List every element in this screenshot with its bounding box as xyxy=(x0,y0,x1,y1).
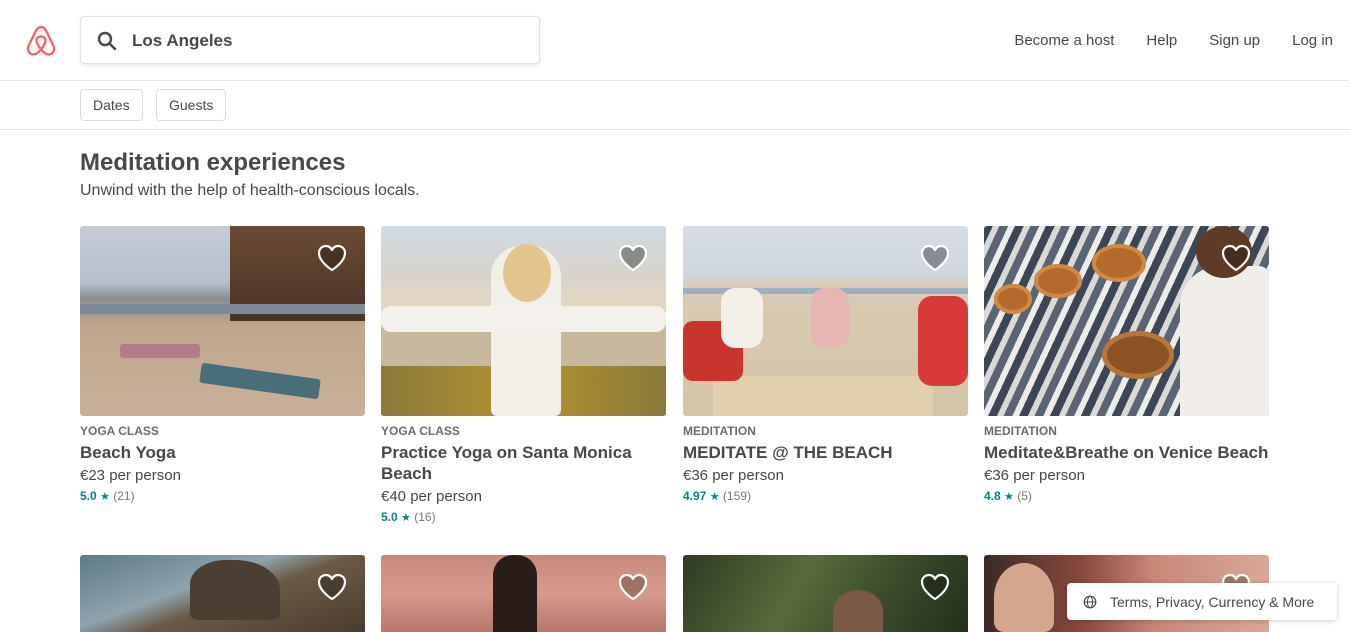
experience-category: MEDITATION xyxy=(984,424,1057,438)
experience-title[interactable]: Meditate&Breathe on Venice Beach xyxy=(984,442,1269,463)
help-link[interactable]: Help xyxy=(1146,32,1177,49)
dates-filter-button[interactable]: Dates xyxy=(80,89,143,121)
experience-info: MEDITATION Meditate&Breathe on Venice Be… xyxy=(984,424,1269,505)
terms-privacy-currency-button[interactable]: Terms, Privacy, Currency & More xyxy=(1067,583,1337,620)
experience-category: YOGA CLASS xyxy=(80,424,159,438)
experience-category: YOGA CLASS xyxy=(381,424,460,438)
guests-filter-button[interactable]: Guests xyxy=(156,89,227,121)
airbnb-logo-icon[interactable] xyxy=(25,24,57,58)
heart-icon[interactable] xyxy=(317,244,347,272)
footer-label: Terms, Privacy, Currency & More xyxy=(1110,593,1315,610)
experience-rating: 4.97 ★ (159) xyxy=(683,488,968,505)
heart-icon[interactable] xyxy=(920,244,950,272)
experience-info: MEDITATION MEDITATE @ THE BEACH €36 per … xyxy=(683,424,968,505)
experience-price: €36 per person xyxy=(683,467,784,484)
review-count: (5) xyxy=(1017,489,1032,503)
heart-icon[interactable] xyxy=(1221,244,1251,272)
experience-title[interactable]: Beach Yoga xyxy=(80,442,365,463)
review-count: (16) xyxy=(414,510,436,524)
search-input[interactable] xyxy=(132,27,522,55)
experience-rating: 5.0 ★ (21) xyxy=(80,488,365,505)
experience-title[interactable]: Practice Yoga on Santa Monica Beach xyxy=(381,442,666,484)
experience-price: €40 per person xyxy=(381,488,482,505)
sign-up-link[interactable]: Sign up xyxy=(1209,32,1260,49)
log-in-link[interactable]: Log in xyxy=(1292,32,1333,49)
review-count: (21) xyxy=(113,489,135,503)
filter-bar: Dates Guests xyxy=(0,81,1349,130)
experience-info: YOGA CLASS Beach Yoga €23 per person 5.0… xyxy=(80,424,365,505)
rating-score: 4.8 xyxy=(984,489,1001,503)
section-title: Meditation experiences xyxy=(80,149,346,176)
experience-title[interactable]: MEDITATE @ THE BEACH xyxy=(683,442,968,463)
experience-rating: 4.8 ★ (5) xyxy=(984,488,1269,505)
heart-icon[interactable] xyxy=(920,573,950,601)
star-icon: ★ xyxy=(1004,491,1014,503)
experience-price: €23 per person xyxy=(80,467,181,484)
review-count: (159) xyxy=(722,489,751,503)
heart-icon[interactable] xyxy=(618,244,648,272)
heart-icon[interactable] xyxy=(317,573,347,601)
experience-price: €36 per person xyxy=(984,467,1085,484)
globe-icon xyxy=(1083,595,1097,608)
search-icon xyxy=(97,31,117,51)
heart-icon[interactable] xyxy=(618,573,648,601)
experience-category: MEDITATION xyxy=(683,424,756,438)
rating-score: 5.0 xyxy=(381,510,398,524)
star-icon: ★ xyxy=(401,512,411,524)
experience-info: YOGA CLASS Practice Yoga on Santa Monica… xyxy=(381,424,666,526)
experience-rating: 5.0 ★ (16) xyxy=(381,509,666,526)
section-subtitle: Unwind with the help of health-conscious… xyxy=(80,182,420,199)
rating-score: 4.97 xyxy=(683,489,707,503)
star-icon: ★ xyxy=(709,491,720,503)
rating-score: 5.0 xyxy=(80,489,97,503)
top-nav: Become a host Help Sign up Log in xyxy=(982,0,1333,80)
become-host-link[interactable]: Become a host xyxy=(1014,32,1114,49)
header: Become a host Help Sign up Log in xyxy=(0,0,1349,81)
search-box[interactable] xyxy=(80,16,540,64)
star-icon: ★ xyxy=(100,491,110,503)
